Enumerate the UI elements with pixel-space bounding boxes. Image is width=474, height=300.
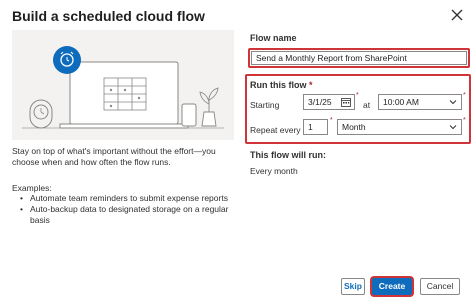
required-mark-unit: *	[463, 117, 466, 124]
flow-will-run-value: Every month	[250, 166, 298, 176]
flow-description: Stay on top of what's important without …	[12, 146, 216, 167]
laptop-icon	[59, 61, 189, 129]
repeat-count-input[interactable]: 1	[303, 119, 328, 135]
skip-button[interactable]: Skip	[341, 278, 365, 295]
list-item: Auto-backup data to designated storage o…	[20, 204, 232, 226]
flow-name-label: Flow name	[250, 33, 297, 43]
repeat-every-label: Repeat every	[250, 125, 301, 135]
start-date-picker[interactable]: 3/1/25	[303, 94, 355, 110]
calendar-icon[interactable]	[341, 97, 351, 107]
alarm-clock-icon	[53, 46, 81, 74]
required-mark-count: *	[330, 117, 333, 124]
required-mark-time: *	[463, 92, 466, 99]
run-this-flow-text: Run this flow	[250, 80, 307, 90]
required-mark-date: *	[356, 92, 359, 99]
list-item: Automate team reminders to submit expens…	[20, 193, 232, 204]
dialog-title: Build a scheduled cloud flow	[12, 8, 205, 24]
flow-will-run-label: This flow will run:	[250, 150, 326, 160]
repeat-unit-value: Month	[342, 122, 366, 132]
run-this-flow-label: Run this flow *	[250, 80, 313, 90]
start-time-value: 10:00 AM	[383, 97, 419, 107]
desk-clock-icon	[29, 99, 53, 129]
cancel-button[interactable]: Cancel	[420, 278, 460, 295]
plant-icon	[199, 87, 219, 127]
examples-list: Automate team reminders to submit expens…	[20, 193, 232, 226]
illustration	[12, 30, 234, 140]
flow-name-input[interactable]: Send a Monthly Report from SharePoint	[251, 51, 467, 65]
at-label: at	[363, 100, 371, 110]
close-icon[interactable]	[450, 8, 464, 22]
repeat-unit-dropdown[interactable]: Month	[337, 119, 462, 135]
chevron-down-icon	[449, 125, 457, 130]
repeat-count-value: 1	[308, 122, 313, 132]
required-mark: *	[309, 80, 313, 90]
phone-icon	[181, 103, 197, 127]
chevron-down-icon	[449, 100, 457, 105]
scheduled-flow-illustration	[22, 46, 224, 129]
start-time-dropdown[interactable]: 10:00 AM	[378, 94, 462, 110]
create-button[interactable]: Create	[372, 278, 412, 295]
starting-label: Starting	[250, 100, 280, 110]
start-date-value: 3/1/25	[308, 97, 332, 107]
